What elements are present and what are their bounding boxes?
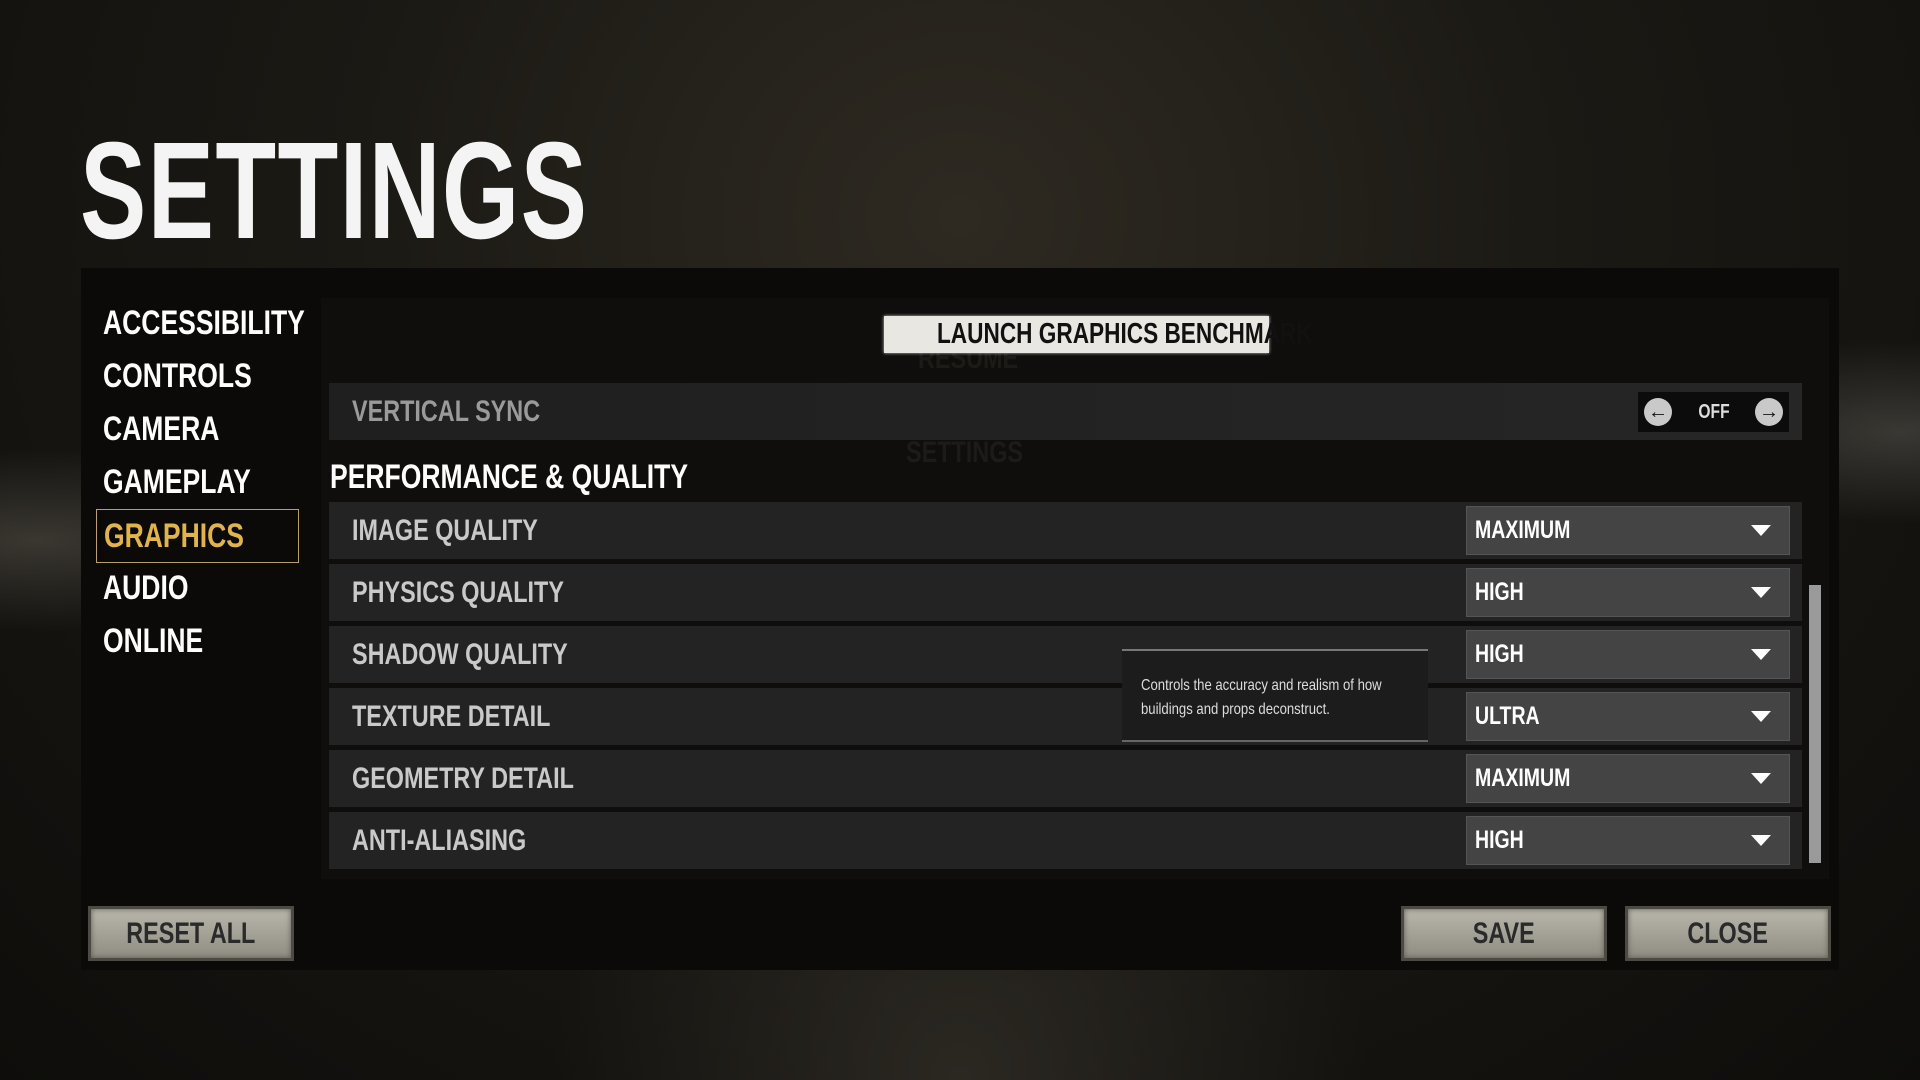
texture-detail-dropdown[interactable]: ULTRA: [1466, 692, 1790, 741]
setting-label: SHADOW QUALITY: [352, 638, 568, 671]
section-title: PERFORMANCE & QUALITY: [330, 458, 689, 496]
chevron-down-icon: [1751, 835, 1771, 846]
setting-row-geometry-detail: GEOMETRY DETAIL MAXIMUM: [329, 750, 1802, 807]
setting-label: ANTI-ALIASING: [352, 824, 527, 857]
chevron-down-icon: [1751, 711, 1771, 722]
anti-aliasing-dropdown[interactable]: HIGH: [1466, 816, 1790, 865]
setting-row-anti-aliasing: ANTI-ALIASING HIGH: [329, 812, 1802, 869]
sidebar-item-controls[interactable]: CONTROLS: [103, 354, 294, 398]
setting-row-texture-detail: TEXTURE DETAIL ULTRA: [329, 688, 1802, 745]
geometry-detail-dropdown[interactable]: MAXIMUM: [1466, 754, 1790, 803]
sidebar-item-gameplay[interactable]: GAMEPLAY: [103, 460, 293, 504]
setting-label: TEXTURE DETAIL: [352, 700, 551, 733]
sidebar-item-online[interactable]: ONLINE: [103, 619, 231, 663]
ghost-settings-text: SETTINGS: [906, 436, 1024, 469]
save-button[interactable]: SAVE: [1401, 906, 1607, 961]
launch-benchmark-button[interactable]: LAUNCH GRAPHICS BENCHMARK: [884, 316, 1313, 353]
image-quality-dropdown[interactable]: MAXIMUM: [1466, 506, 1790, 555]
setting-row-image-quality: IMAGE QUALITY MAXIMUM: [329, 502, 1802, 559]
physics-quality-dropdown[interactable]: HIGH: [1466, 568, 1790, 617]
chevron-down-icon: [1751, 773, 1771, 784]
reset-all-button[interactable]: RESET ALL: [88, 906, 294, 961]
chevron-down-icon: [1751, 587, 1771, 598]
vertical-sync-row: VERTICAL SYNC OFF ← →: [329, 383, 1802, 440]
setting-label: VERTICAL SYNC: [352, 395, 541, 428]
arrow-left-icon[interactable]: ←: [1644, 398, 1672, 426]
setting-label: GEOMETRY DETAIL: [352, 762, 574, 795]
sidebar-item-audio[interactable]: AUDIO: [103, 566, 213, 610]
vertical-sync-toggle: OFF ← →: [1638, 392, 1789, 432]
chevron-down-icon: [1751, 525, 1771, 536]
chevron-down-icon: [1751, 649, 1771, 660]
scrollbar[interactable]: [1809, 585, 1821, 863]
close-button[interactable]: CLOSE: [1625, 906, 1831, 961]
tooltip: Controls the accuracy and realism of how…: [1122, 649, 1428, 742]
setting-label: IMAGE QUALITY: [352, 514, 538, 547]
arrow-right-icon[interactable]: →: [1755, 398, 1783, 426]
shadow-quality-dropdown[interactable]: HIGH: [1466, 630, 1790, 679]
setting-label: PHYSICS QUALITY: [352, 576, 564, 609]
page-title: SETTINGS: [80, 114, 589, 268]
sidebar-item-graphics[interactable]: GRAPHICS: [96, 509, 299, 563]
setting-row-physics-quality: PHYSICS QUALITY HIGH: [329, 564, 1802, 621]
setting-row-shadow-quality: SHADOW QUALITY HIGH: [329, 626, 1802, 683]
sidebar-item-camera[interactable]: CAMERA: [103, 407, 252, 451]
